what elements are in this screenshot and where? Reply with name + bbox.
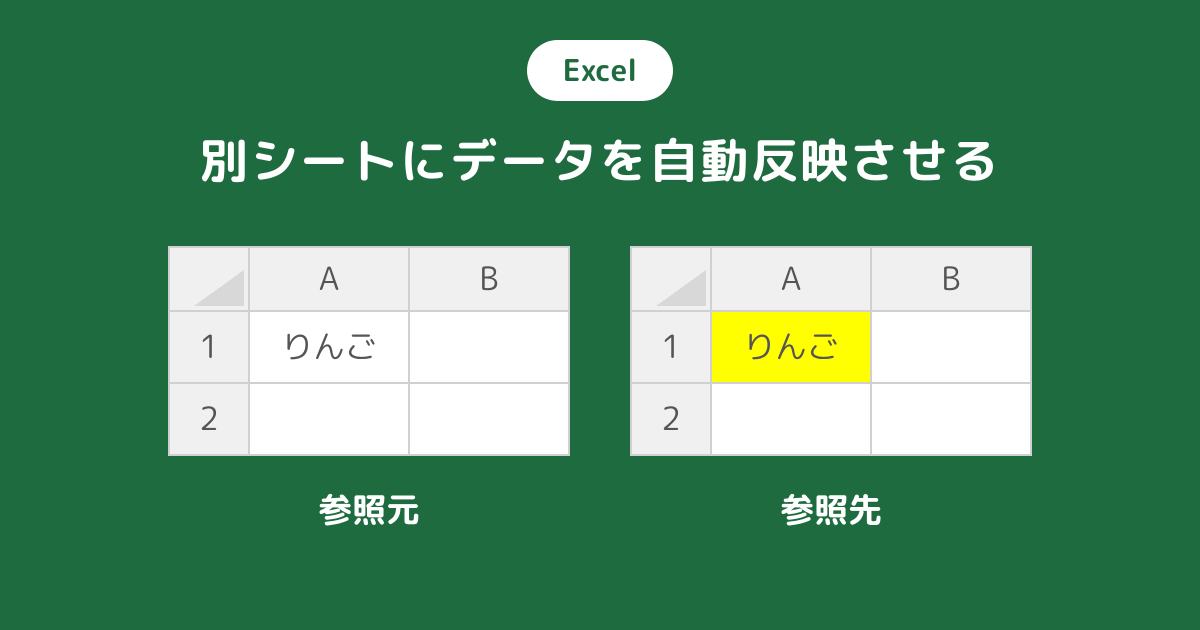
table-row: 1 りんご (631, 311, 1031, 383)
table-row: 2 (631, 383, 1031, 455)
row-header-2[interactable]: 2 (631, 383, 711, 455)
select-all-corner[interactable] (169, 247, 249, 311)
cell-a2[interactable] (249, 383, 409, 455)
row-header-1[interactable]: 1 (169, 311, 249, 383)
cell-a1-highlighted[interactable]: りんご (711, 311, 871, 383)
destination-table-wrapper: A B 1 りんご 2 参照先 (630, 246, 1032, 535)
cell-b2[interactable] (871, 383, 1031, 455)
destination-table-label: 参照先 (780, 484, 882, 535)
cell-b1[interactable] (409, 311, 569, 383)
cell-b2[interactable] (409, 383, 569, 455)
source-sheet-table: A B 1 りんご 2 (168, 246, 570, 456)
select-all-corner[interactable] (631, 247, 711, 311)
table-row: 1 りんご (169, 311, 569, 383)
cell-b1[interactable] (871, 311, 1031, 383)
column-header-a[interactable]: A (249, 247, 409, 311)
cell-a1[interactable]: りんご (249, 311, 409, 383)
table-row: 2 (169, 383, 569, 455)
row-header-2[interactable]: 2 (169, 383, 249, 455)
column-header-b[interactable]: B (409, 247, 569, 311)
source-table-wrapper: A B 1 りんご 2 参照元 (168, 246, 570, 535)
page-title: 別シートにデータを自動反映させる (200, 125, 1000, 196)
app-badge: Excel (527, 40, 674, 101)
table-header-row: A B (631, 247, 1031, 311)
source-table-label: 参照元 (318, 484, 420, 535)
tables-container: A B 1 りんご 2 参照元 A B 1 (168, 246, 1032, 535)
column-header-a[interactable]: A (711, 247, 871, 311)
column-header-b[interactable]: B (871, 247, 1031, 311)
destination-sheet-table: A B 1 りんご 2 (630, 246, 1032, 456)
cell-a2[interactable] (711, 383, 871, 455)
row-header-1[interactable]: 1 (631, 311, 711, 383)
table-header-row: A B (169, 247, 569, 311)
